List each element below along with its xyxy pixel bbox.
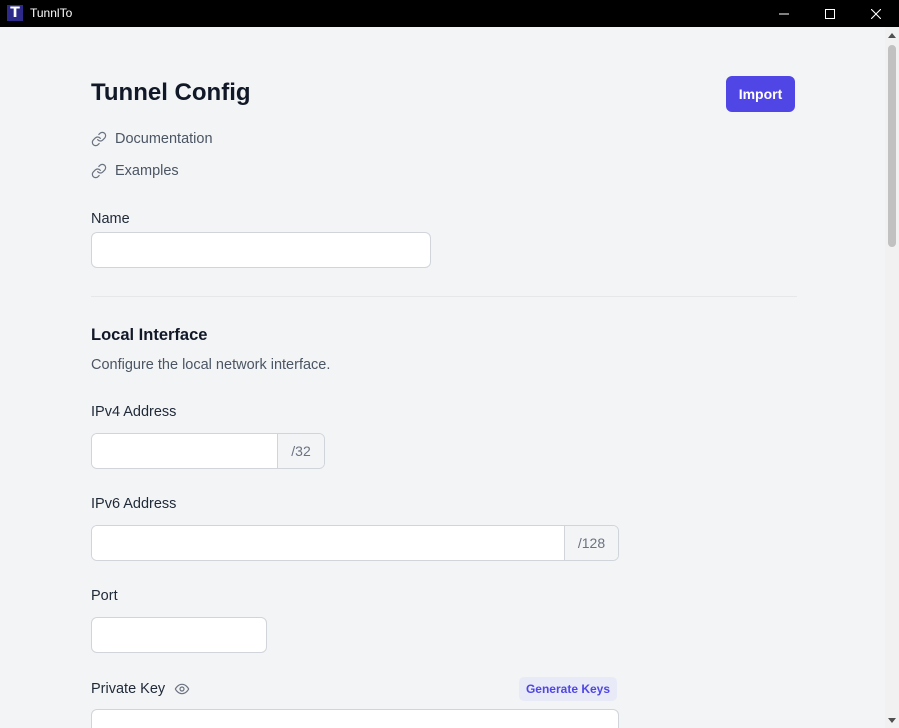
ipv4-suffix: /32 [277, 434, 324, 468]
close-icon [871, 8, 881, 19]
minimize-icon [779, 13, 789, 14]
generate-keys-button[interactable]: Generate Keys [519, 677, 617, 701]
ipv6-label: IPv6 Address [91, 496, 177, 512]
private-key-input[interactable] [91, 709, 619, 728]
port-label: Port [91, 588, 118, 604]
maximize-icon [825, 8, 835, 19]
private-key-label: Private Key [91, 681, 166, 697]
ipv4-input-group: /32 [91, 433, 325, 469]
documentation-link-label: Documentation [115, 131, 213, 147]
import-button[interactable]: Import [726, 76, 795, 112]
scroll-down-arrow-icon[interactable] [885, 713, 899, 727]
examples-link[interactable]: Examples [91, 163, 179, 179]
vertical-scrollbar[interactable] [885, 27, 899, 728]
name-input[interactable] [91, 232, 431, 268]
ipv6-suffix: /128 [564, 526, 618, 560]
documentation-link[interactable]: Documentation [91, 131, 213, 147]
ipv4-input[interactable] [92, 434, 277, 468]
local-interface-title: Local Interface [91, 326, 208, 344]
link-icon [91, 163, 107, 179]
ipv6-input[interactable] [92, 526, 564, 560]
window-titlebar[interactable]: T TunnlTo [0, 0, 899, 27]
close-button[interactable] [853, 0, 899, 27]
scrollbar-thumb[interactable] [888, 45, 896, 247]
ipv6-input-group: /128 [91, 525, 619, 561]
config-form: Tunnel Config Import Documentation Examp… [0, 27, 885, 728]
name-label: Name [91, 211, 130, 227]
section-divider [91, 296, 797, 297]
scroll-up-arrow-icon[interactable] [885, 28, 899, 42]
local-interface-description: Configure the local network interface. [91, 357, 331, 373]
window-title: TunnlTo [30, 6, 73, 20]
examples-link-label: Examples [115, 163, 179, 179]
port-input[interactable] [91, 617, 267, 653]
maximize-button[interactable] [807, 0, 853, 27]
eye-icon[interactable] [174, 681, 190, 697]
app-logo-icon: T [7, 5, 23, 21]
link-icon [91, 131, 107, 147]
ipv4-label: IPv4 Address [91, 404, 177, 420]
minimize-button[interactable] [761, 0, 807, 27]
page-title: Tunnel Config [91, 79, 251, 106]
